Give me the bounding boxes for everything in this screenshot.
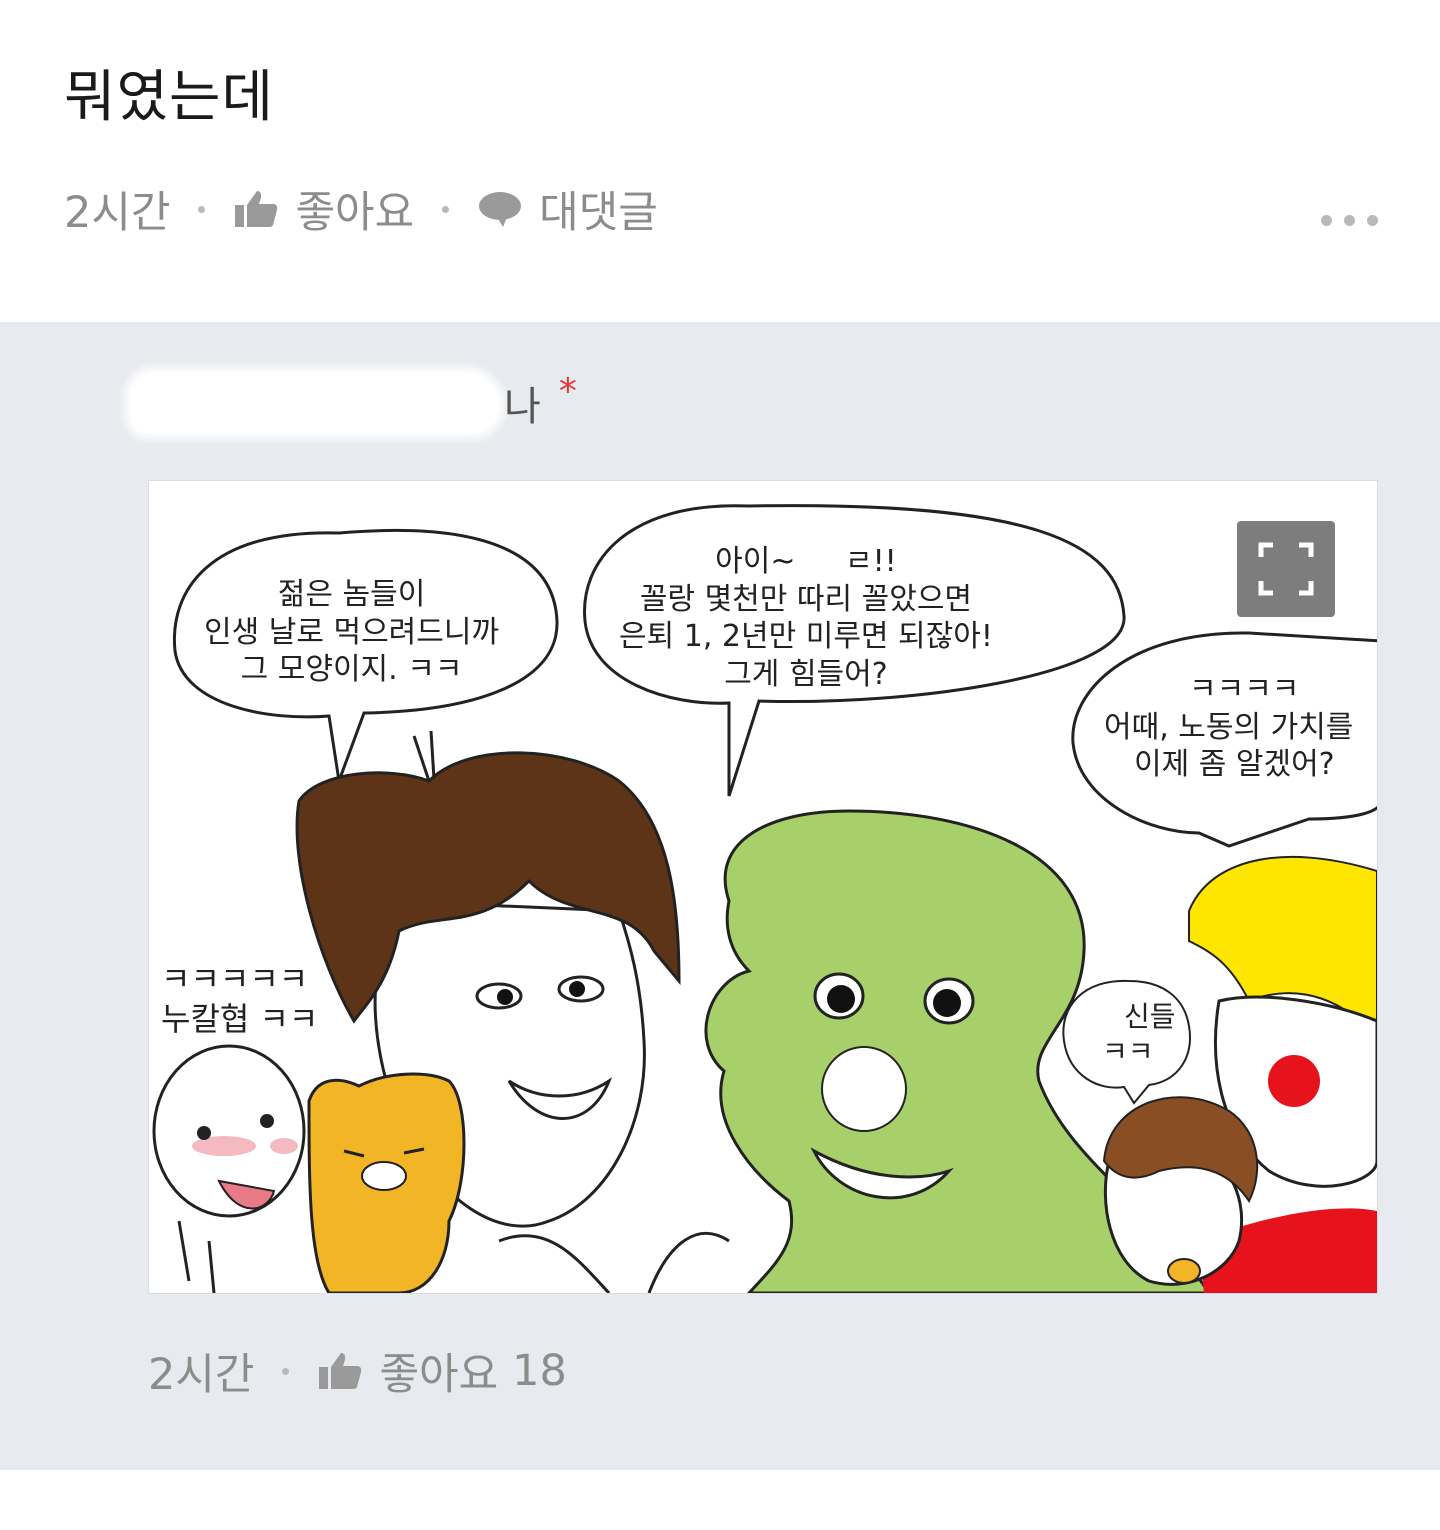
redacted-username bbox=[130, 372, 500, 434]
expand-icon bbox=[1258, 542, 1314, 596]
green-character-nose bbox=[821, 1046, 907, 1132]
author-name-suffix: 나 bbox=[504, 384, 541, 430]
like-label: 좋아요 bbox=[295, 188, 415, 238]
white-character-eye bbox=[197, 1126, 211, 1140]
like-button[interactable]: 좋아요 bbox=[233, 178, 414, 240]
reply-time: 2시간 bbox=[148, 1350, 255, 1400]
thumbs-up-icon bbox=[319, 1353, 362, 1389]
reply-like-button[interactable]: 좋아요 18 bbox=[317, 1340, 567, 1402]
small-bubble-text: 신들 ㅋㅋ bbox=[1094, 999, 1176, 1069]
more-dot bbox=[1321, 215, 1332, 226]
bubble-left-line: 젊은 놈들이 bbox=[277, 577, 426, 612]
speech-bubble-icon bbox=[479, 192, 522, 227]
bubble-right-text: ㅋㅋㅋㅋ 어때, 노동의 가치를 이제 좀 알겠어? bbox=[1104, 671, 1353, 784]
bubble-center-line: 은퇴 1, 2년만 미루면 되잖아! bbox=[619, 619, 993, 654]
side-left-text: ㅋㅋㅋㅋㅋ 누칼협 ㅋㅋ bbox=[161, 959, 318, 1039]
bubble-left-line: 그 모양이지. ㅋㅋ bbox=[240, 652, 463, 687]
clown-nose bbox=[1268, 1055, 1320, 1107]
bubble-right-line: 이제 좀 알겠어? bbox=[1134, 747, 1335, 782]
bubble-left-text: 젊은 놈들이 인생 날로 먹으려드니까 그 모양이지. ㅋㅋ bbox=[204, 576, 499, 689]
reply-like-label: 좋아요 bbox=[379, 1350, 499, 1400]
separator-dot bbox=[282, 1367, 290, 1375]
small-bubble-line: ㅋㅋ bbox=[1102, 1035, 1154, 1068]
bubble-right-line: 어때, 노동의 가치를 bbox=[1104, 709, 1354, 745]
bubble-center-line: 아이~ ㄹ!! bbox=[715, 544, 897, 579]
white-character-eye bbox=[260, 1114, 274, 1128]
comic-image[interactable]: 젊은 놈들이 인생 날로 먹으려드니까 그 모양이지. ㅋㅋ 아이~ ㄹ!! 꼴… bbox=[148, 480, 1378, 1294]
reply-label: 대댓글 bbox=[539, 188, 658, 238]
bubble-center-line: 꼴랑 몇천만 따리 꼴았으면 bbox=[639, 581, 973, 617]
expand-button[interactable] bbox=[1237, 521, 1335, 617]
reply-like-count: 18 bbox=[512, 1346, 567, 1396]
reply-meta: 2시간 좋아요 18 bbox=[148, 1340, 567, 1402]
side-left-line: ㅋㅋㅋㅋㅋ bbox=[161, 960, 309, 998]
bubble-center-line: 그게 힘들어? bbox=[724, 656, 888, 692]
comment-block: 뭐였는데 2시간 좋아요 대댓글 bbox=[0, 0, 1440, 322]
reply-author[interactable]: 나 * bbox=[130, 370, 577, 434]
separator-dot bbox=[198, 205, 206, 213]
more-options-button[interactable] bbox=[1321, 215, 1378, 226]
comment-time: 2시간 bbox=[64, 188, 171, 238]
thumbs-up-icon bbox=[235, 191, 278, 227]
bubble-left-line: 인생 날로 먹으려드니까 bbox=[204, 614, 500, 650]
separator-dot bbox=[442, 205, 450, 213]
small-bubble-line: 신들 bbox=[1124, 1000, 1176, 1033]
bottom-spacer bbox=[0, 1470, 1440, 1530]
author-badge: * bbox=[558, 370, 577, 412]
comment-meta: 2시간 좋아요 대댓글 bbox=[64, 178, 658, 240]
comment-text: 뭐였는데 bbox=[64, 65, 275, 130]
more-dot bbox=[1344, 215, 1355, 226]
bubble-center-text: 아이~ ㄹ!! 꼴랑 몇천만 따리 꼴았으면 은퇴 1, 2년만 미루면 되잖아… bbox=[619, 543, 993, 693]
reply-button[interactable]: 대댓글 bbox=[477, 178, 658, 240]
bubble-right-line: ㅋㅋㅋㅋ bbox=[1189, 672, 1300, 707]
more-dot bbox=[1367, 215, 1378, 226]
side-left-line: 누칼협 ㅋㅋ bbox=[161, 1000, 319, 1038]
